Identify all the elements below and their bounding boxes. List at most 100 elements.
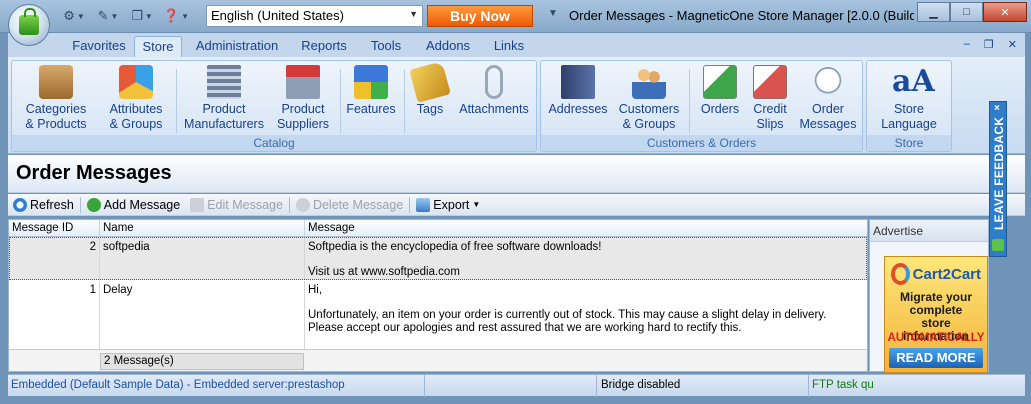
buy-now-button[interactable]: Buy Now	[427, 5, 533, 27]
export-label: Export	[433, 197, 470, 212]
tab-links[interactable]: Links	[488, 36, 530, 57]
button-label: Tags	[416, 102, 444, 116]
leave-feedback-tab[interactable]: × LEAVE FEEDBACK	[989, 101, 1007, 257]
product-suppliers-button[interactable]: Product Suppliers	[272, 65, 334, 132]
button-label: Credit	[753, 102, 787, 116]
ad-logo-text: Cart2Cart	[912, 265, 981, 283]
mdi-close-button[interactable]: ✕	[1008, 38, 1017, 51]
help-icon: ❓	[162, 8, 180, 23]
status-ftp: FTP task qu	[812, 379, 874, 391]
close-button[interactable]: ✕	[983, 2, 1027, 22]
shopping-bag-icon	[39, 65, 73, 99]
add-message-button[interactable]: Add Message	[82, 195, 185, 215]
export-icon	[416, 197, 431, 212]
cell-message-id: 1	[9, 281, 100, 349]
language-select[interactable]: English (United States) ▼	[206, 5, 423, 27]
add-message-label: Add Message	[103, 197, 181, 212]
mdi-minimize-button[interactable]: –	[964, 38, 970, 51]
tags-button[interactable]: Tags	[409, 61, 451, 117]
grid-toolbar: Refresh Add Message Edit Message Delete …	[8, 194, 1025, 216]
feedback-label: LEAVE FEEDBACK	[992, 116, 1006, 230]
button-label: Store	[894, 102, 924, 116]
edit-message-label: Edit Message	[207, 197, 283, 212]
cell-name: softpedia	[100, 238, 305, 279]
cell-message: Hi, Unfortunately, an item on your order…	[308, 284, 827, 334]
windows-button[interactable]: ❐ ▼	[128, 7, 156, 25]
address-book-icon	[561, 65, 595, 99]
order-envelope-icon	[703, 65, 737, 99]
cart2cart-logo: Cart2Cart	[891, 261, 981, 287]
app-menu-button[interactable]	[8, 4, 50, 46]
cell-message: Softpedia is the encyclopedia of free so…	[308, 241, 602, 278]
attachments-button[interactable]: Attachments	[458, 65, 530, 117]
shopping-bag-icon	[19, 8, 39, 35]
tab-administration[interactable]: Administration	[192, 36, 282, 57]
building-icon	[207, 65, 241, 99]
store-language-button[interactable]: aA Store Language	[871, 65, 947, 132]
button-label: Manufacturers	[184, 117, 264, 131]
help-button[interactable]: ❓ ▼	[162, 7, 190, 25]
cubes-icon	[354, 65, 388, 99]
grid-header: Message ID Name Message	[9, 220, 867, 237]
group-label: Catalog	[12, 135, 536, 151]
tools-button[interactable]: ✎ ▼	[94, 7, 122, 25]
title-bar: ⚙ ▼ ✎ ▼ ❐ ▼ ❓ ▼ English (United States) ▼ Bu…	[0, 0, 1031, 33]
button-label: Messages	[799, 117, 857, 131]
refresh-button[interactable]: Refresh	[8, 195, 79, 215]
addresses-button[interactable]: Addresses	[547, 65, 609, 117]
cell-name: Delay	[100, 281, 305, 349]
people-icon	[632, 65, 666, 99]
categories-products-button[interactable]: Categories & Products	[20, 65, 92, 132]
advertise-header: Advertise	[870, 220, 988, 242]
message-count: 2 Message(s)	[100, 353, 304, 370]
tab-addons[interactable]: Addons	[420, 36, 476, 57]
button-label: Attachments	[459, 102, 529, 116]
cart2cart-ad[interactable]: Cart2Cart Migrate your complete store in…	[884, 256, 988, 373]
add-icon	[86, 197, 101, 212]
refresh-icon	[13, 197, 27, 212]
attributes-groups-button[interactable]: Attributes & Groups	[102, 65, 170, 132]
orders-button[interactable]: Orders	[695, 65, 745, 117]
minimize-button[interactable]: ▁	[917, 2, 950, 22]
credit-slips-button[interactable]: Credit Slips	[747, 65, 793, 132]
tab-favorites[interactable]: Favorites	[64, 36, 134, 57]
chevron-down-icon: ▼	[472, 200, 481, 209]
paperclip-icon	[485, 65, 503, 99]
column-header-message-id[interactable]: Message ID	[9, 220, 100, 237]
export-button[interactable]: Export ▼	[411, 195, 485, 215]
language-value: English (United States)	[211, 8, 344, 23]
settings-button[interactable]: ⚙ ▼	[60, 7, 88, 25]
chevron-down-icon: ▼	[110, 11, 119, 21]
store-icon	[286, 65, 320, 99]
edit-message-button[interactable]: Edit Message	[185, 195, 288, 215]
product-manufacturers-button[interactable]: Product Manufacturers	[182, 65, 266, 132]
tab-tools[interactable]: Tools	[364, 36, 408, 57]
features-button[interactable]: Features	[346, 65, 396, 117]
table-row[interactable]: 1 Delay Hi, Unfortunately, an item on yo…	[9, 281, 867, 350]
delete-icon	[295, 197, 310, 212]
feedback-close-button[interactable]: ×	[994, 103, 1000, 114]
toolbar-separator	[409, 196, 411, 213]
ad-automatically: AUTOMATICALLY	[887, 332, 985, 344]
chevron-down-icon[interactable]: ▼	[548, 8, 558, 19]
mdi-restore-button[interactable]: ❐	[984, 38, 994, 51]
tab-reports[interactable]: Reports	[296, 36, 352, 57]
edit-icon	[190, 197, 205, 212]
ribbon-separator	[176, 69, 177, 133]
column-header-name[interactable]: Name	[100, 220, 305, 237]
button-label: & Groups	[622, 117, 676, 131]
store-language-group: aA Store Language Store Language	[866, 60, 952, 166]
delete-message-button[interactable]: Delete Message	[291, 195, 408, 215]
tab-store[interactable]: Store	[134, 36, 182, 57]
status-bar: Embedded (Default Sample Data) - Embedde…	[8, 374, 1025, 397]
button-label: & Groups	[109, 117, 163, 131]
order-messages-button[interactable]: Order Messages	[797, 65, 859, 132]
maximize-button[interactable]: □	[950, 2, 983, 22]
credit-slip-icon	[753, 65, 787, 99]
column-header-message[interactable]: Message	[305, 220, 867, 237]
table-row[interactable]: 2 softpedia Softpedia is the encyclopedi…	[9, 237, 867, 280]
status-bridge: Bridge disabled	[597, 375, 809, 397]
read-more-button[interactable]: READ MORE	[889, 348, 983, 368]
customers-groups-button[interactable]: Customers & Groups	[615, 65, 683, 132]
button-label: Features	[346, 102, 396, 116]
